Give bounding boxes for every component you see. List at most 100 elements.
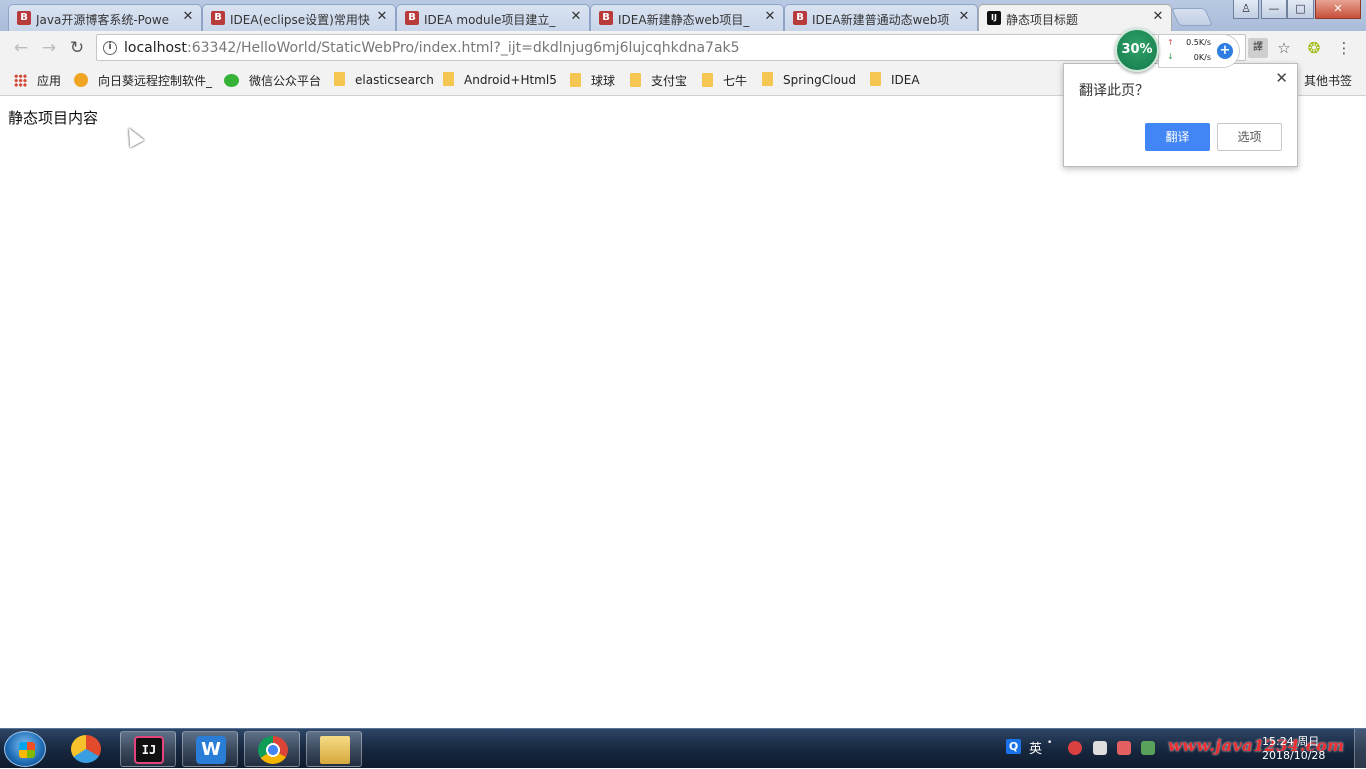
maximize-button[interactable]: □: [1287, 0, 1314, 19]
folder-icon: [320, 736, 350, 764]
close-icon[interactable]: ✕: [569, 10, 583, 24]
folder-icon: [570, 73, 581, 87]
address-bar[interactable]: i localhost :63342/HelloWorld/StaticWebP…: [96, 34, 1246, 61]
forward-button[interactable]: →: [38, 37, 60, 59]
close-icon[interactable]: ✕: [1151, 10, 1165, 24]
blog-favicon-icon: B: [599, 11, 613, 25]
bookmark-sunflower[interactable]: 向日葵远程控制软件_: [74, 72, 212, 88]
tray-app-icon[interactable]: [1117, 741, 1131, 755]
bookmark-label: 支付宝: [651, 74, 688, 88]
tab-idea-static-web[interactable]: B IDEA新建静态web项目_ ✕: [590, 4, 784, 31]
info-icon[interactable]: i: [103, 41, 117, 55]
bookmark-elasticsearch[interactable]: elasticsearch: [334, 72, 434, 88]
page-viewport: 静态项目内容: [0, 97, 1366, 728]
user-icon[interactable]: ♙: [1233, 0, 1259, 19]
minimize-button[interactable]: —: [1261, 0, 1287, 19]
network-icon[interactable]: [1141, 741, 1155, 755]
bookmark-springcloud[interactable]: SpringCloud: [762, 72, 856, 88]
blog-favicon-icon: B: [211, 11, 225, 25]
chrome-icon: [258, 736, 288, 764]
translate-popup: 翻译此页？ ✕ 翻译 选项: [1063, 63, 1298, 167]
ime-options-icon[interactable]: •: [1047, 738, 1052, 748]
bookmark-star-icon[interactable]: ☆: [1274, 38, 1294, 58]
tab-idea-dynamic-web[interactable]: B IDEA新建普通动态web项 ✕: [784, 4, 978, 31]
new-tab-button[interactable]: [1170, 8, 1214, 26]
input-method-icon[interactable]: Q: [1006, 739, 1021, 754]
bookmark-qiuqiu[interactable]: 球球: [570, 72, 615, 88]
bookmark-idea[interactable]: IDEA: [870, 72, 920, 88]
bookmark-label: SpringCloud: [783, 73, 857, 87]
close-icon[interactable]: ✕: [1275, 69, 1288, 87]
memory-percent-badge[interactable]: 30%: [1115, 28, 1159, 72]
bookmark-label: IDEA: [891, 73, 920, 87]
tab-strip: B Java开源博客系统-Powe ✕ B IDEA(eclipse设置)常用快…: [0, 0, 1366, 31]
upload-arrow-icon: ↑: [1167, 38, 1174, 47]
options-button[interactable]: 选项: [1217, 123, 1282, 151]
bookmark-alipay[interactable]: 支付宝: [630, 72, 687, 88]
popup-title: 翻译此页？: [1079, 83, 1149, 99]
tab-title: IDEA新建普通动态web项: [812, 13, 950, 27]
close-icon[interactable]: ✕: [957, 10, 971, 24]
tab-title: IDEA(eclipse设置)常用快: [230, 13, 370, 27]
tab-idea-eclipse[interactable]: B IDEA(eclipse设置)常用快 ✕: [202, 4, 396, 31]
folder-icon: [334, 72, 345, 86]
clock-time[interactable]: 15:24 周日: [1262, 733, 1319, 749]
antivirus-icon[interactable]: [1068, 741, 1082, 755]
bookmark-wechat[interactable]: 微信公众平台: [224, 72, 321, 88]
url-host: localhost: [124, 40, 187, 56]
blog-favicon-icon: B: [17, 11, 31, 25]
folder-icon: [443, 72, 454, 86]
bookmark-label: 向日葵远程控制软件_: [98, 74, 213, 88]
clipboard-icon[interactable]: [1093, 741, 1107, 755]
windows-logo-icon: [19, 742, 35, 758]
blog-favicon-icon: B: [405, 11, 419, 25]
net-speed-widget[interactable]: ↑ 0.5K/s ↓ 0K/s +: [1158, 34, 1240, 68]
tab-idea-module[interactable]: B IDEA module项目建立_ ✕: [396, 4, 590, 31]
intellij-favicon-icon: IJ: [987, 11, 1001, 25]
intellij-icon: IJ: [134, 736, 164, 764]
reload-button[interactable]: ↻: [66, 37, 88, 59]
bookmark-apps[interactable]: 应用: [14, 72, 61, 88]
bookmark-qiniu[interactable]: 七牛: [702, 72, 747, 88]
translate-icon[interactable]: 譯: [1248, 38, 1268, 58]
close-icon[interactable]: ✕: [181, 10, 195, 24]
taskbar-photo-viewer[interactable]: [58, 731, 114, 767]
back-button[interactable]: ←: [10, 37, 32, 59]
tab-static-project[interactable]: IJ 静态项目标题 ✕: [978, 4, 1172, 31]
tab-java-blog[interactable]: B Java开源博客系统-Powe ✕: [8, 4, 202, 31]
bookmark-label: 应用: [37, 74, 62, 88]
input-language[interactable]: 英: [1029, 738, 1042, 757]
other-bookmarks[interactable]: 其他书签: [1304, 72, 1352, 88]
show-desktop-button[interactable]: [1354, 729, 1366, 769]
apps-icon: [14, 74, 27, 87]
plus-icon[interactable]: +: [1217, 43, 1233, 59]
taskbar-explorer[interactable]: [306, 731, 362, 767]
download-speed: 0K/s: [1193, 53, 1211, 62]
folder-icon: [870, 72, 881, 86]
close-icon[interactable]: ✕: [375, 10, 389, 24]
taskbar: IJ W Q 英 • www.java1234.com 15:24 周日 201…: [0, 728, 1366, 769]
taskbar-chrome[interactable]: [244, 731, 300, 767]
close-icon[interactable]: ✕: [763, 10, 777, 24]
tab-title: IDEA module项目建立_: [424, 13, 556, 27]
taskbar-wps[interactable]: W: [182, 731, 238, 767]
tab-title: IDEA新建静态web项目_: [618, 13, 750, 27]
extension-icon[interactable]: ❂: [1304, 38, 1324, 58]
bookmark-label: 微信公众平台: [249, 74, 322, 88]
menu-icon[interactable]: ⋮: [1334, 38, 1354, 58]
window-close-button[interactable]: ✕: [1315, 0, 1361, 19]
photo-viewer-icon: [71, 735, 101, 763]
blog-favicon-icon: B: [793, 11, 807, 25]
tab-title: 静态项目标题: [1006, 13, 1079, 27]
clock-date[interactable]: 2018/10/28: [1262, 749, 1325, 762]
start-button[interactable]: [4, 731, 46, 767]
translate-button[interactable]: 翻译: [1145, 123, 1210, 151]
page-content-text: 静态项目内容: [8, 109, 99, 127]
bookmark-android-html5[interactable]: Android+Html5: [443, 72, 557, 88]
wps-icon: W: [196, 736, 226, 764]
taskbar-intellij[interactable]: IJ: [120, 731, 176, 767]
wechat-icon: [224, 74, 239, 87]
folder-icon: [702, 73, 713, 87]
folder-icon: [762, 72, 773, 86]
bookmark-label: 球球: [591, 74, 616, 88]
